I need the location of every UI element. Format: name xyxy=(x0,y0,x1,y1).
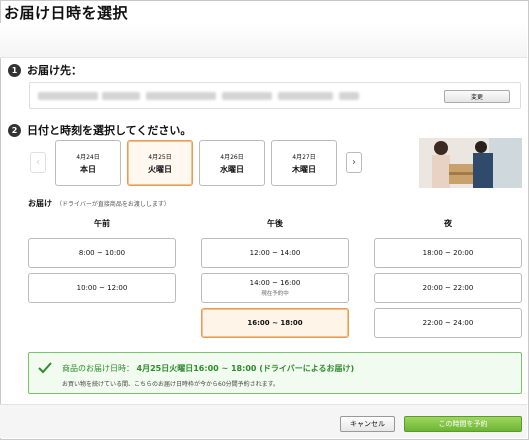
day-date: 4月25日 xyxy=(148,154,172,161)
blurred-address-part xyxy=(38,92,98,100)
datetime-label: 日付と時刻を選択してください。 xyxy=(27,124,192,137)
confirmation-value: 4月25日火曜日16:00 ~ 18:00 (ドライバーによるお届け) xyxy=(136,364,355,373)
datetime-section-header: 2 日付と時刻を選択してください。 xyxy=(8,122,191,138)
dialog-title: お届け日時を選択 xyxy=(4,4,129,22)
blurred-address-part xyxy=(146,92,216,100)
time-slot-selected[interactable]: 16:00 ~ 18:00 xyxy=(201,308,349,338)
confirmation-box: 商品のお届け日時： 4月25日火曜日16:00 ~ 18:00 (ドライバーによ… xyxy=(28,352,522,394)
confirmation-subtext: お買い物を続けている間、こちらのお届け日時枠が今から60分間予約されます。 xyxy=(62,381,280,388)
day-card-0[interactable]: 4月24日 本日 xyxy=(55,140,121,186)
day-date: 4月26日 xyxy=(220,154,244,161)
day-date: 4月27日 xyxy=(292,154,316,161)
delivery-illustration xyxy=(419,138,522,188)
header-bar xyxy=(0,23,527,58)
address-label: お届け先： xyxy=(27,64,82,77)
next-days-button[interactable]: › xyxy=(346,152,362,173)
address-section-header: 1 お届け先： xyxy=(8,62,82,78)
day-card-3[interactable]: 4月27日 木曜日 xyxy=(271,140,337,186)
slot-time: 18:00 ~ 20:00 xyxy=(422,249,474,257)
step-number-2: 2 xyxy=(8,123,21,137)
time-slot[interactable]: 8:00 ~ 10:00 xyxy=(28,238,176,268)
time-slot[interactable]: 12:00 ~ 14:00 xyxy=(201,238,349,268)
day-date: 4月24日 xyxy=(76,154,100,161)
chevron-left-icon: ‹ xyxy=(36,157,40,168)
slot-time: 10:00 ~ 12:00 xyxy=(76,284,128,292)
slot-note: 現在予約中 xyxy=(261,291,289,297)
slot-time: 14:00 ~ 16:00 xyxy=(249,279,301,287)
day-card-1[interactable]: 4月25日 火曜日 xyxy=(127,140,193,186)
time-slot[interactable]: 20:00 ~ 22:00 xyxy=(374,273,522,303)
slot-time: 12:00 ~ 14:00 xyxy=(249,249,301,257)
blurred-address-part xyxy=(339,92,359,100)
blurred-address-part xyxy=(222,92,272,100)
slot-time: 20:00 ~ 22:00 xyxy=(422,284,474,292)
day-name: 本日 xyxy=(80,165,96,174)
cancel-button[interactable]: キャンセル xyxy=(340,416,395,432)
step-number-1: 1 xyxy=(8,63,21,77)
delivery-label: お届け xyxy=(28,199,52,208)
col-header-night: 夜 xyxy=(444,219,452,228)
prev-days-button[interactable]: ‹ xyxy=(30,152,46,173)
slot-time: 8:00 ~ 10:00 xyxy=(78,249,126,257)
delivery-photo xyxy=(419,138,522,188)
confirmation-prefix: 商品のお届け日時： xyxy=(62,364,134,373)
confirmation-text: 商品のお届け日時： 4月25日火曜日16:00 ~ 18:00 (ドライバーによ… xyxy=(62,363,354,374)
chevron-right-icon: › xyxy=(352,157,356,168)
slot-time: 22:00 ~ 24:00 xyxy=(422,319,474,327)
delivery-note: （ドライバーが直接商品をお渡しします） xyxy=(56,201,170,208)
change-address-button[interactable]: 変更 xyxy=(444,90,510,103)
check-icon xyxy=(38,362,52,374)
time-slot[interactable]: 22:00 ~ 24:00 xyxy=(374,308,522,338)
time-slot[interactable]: 18:00 ~ 20:00 xyxy=(374,238,522,268)
blurred-address-part xyxy=(278,92,333,100)
time-slot[interactable]: 10:00 ~ 12:00 xyxy=(28,273,176,303)
day-name: 火曜日 xyxy=(148,165,172,174)
time-slot[interactable]: 14:00 ~ 16:00 現在予約中 xyxy=(201,273,349,303)
address-box: 変更 xyxy=(29,82,521,109)
day-name: 木曜日 xyxy=(292,165,316,174)
reserve-time-button[interactable]: この時間を予約 xyxy=(404,416,522,432)
col-header-morning: 午前 xyxy=(94,219,110,228)
col-header-afternoon: 午後 xyxy=(267,219,283,228)
day-name: 水曜日 xyxy=(220,165,244,174)
blurred-address-part xyxy=(102,92,140,100)
day-card-2[interactable]: 4月26日 水曜日 xyxy=(199,140,265,186)
slot-time: 16:00 ~ 18:00 xyxy=(247,319,303,327)
